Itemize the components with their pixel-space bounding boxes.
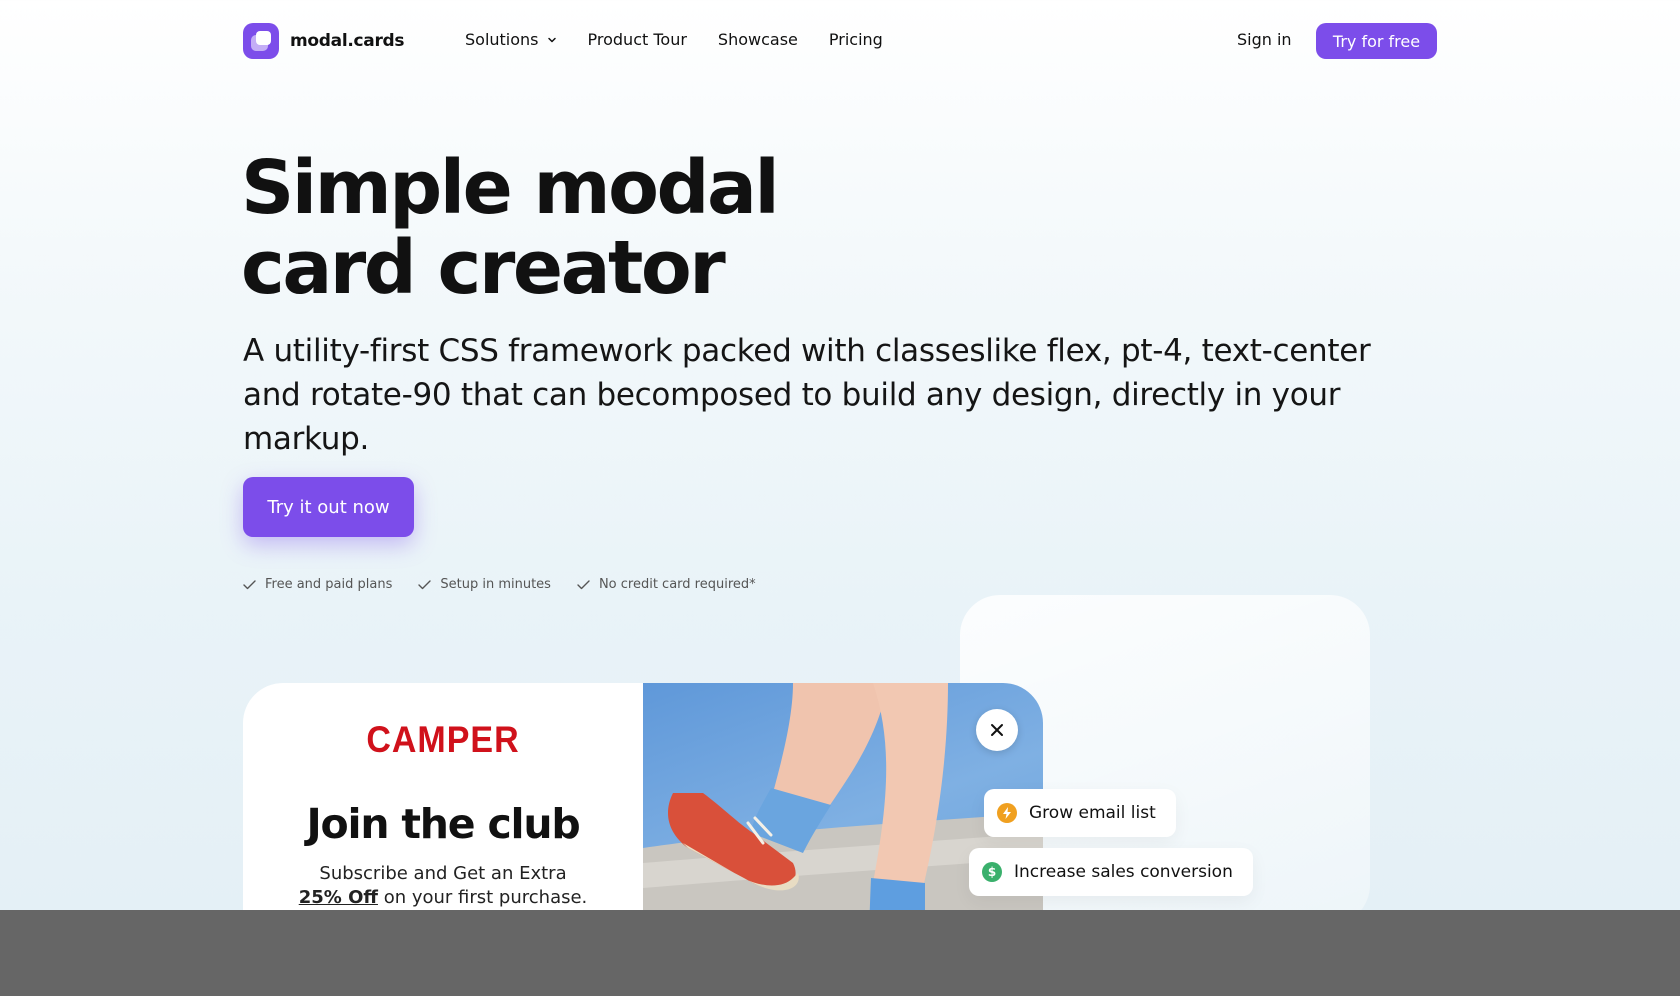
try-it-out-button[interactable]: Try it out now [243, 477, 414, 537]
bottom-overlay-strip [0, 910, 1680, 996]
chip-grow-email: Grow email list [984, 789, 1176, 837]
modal-copy-line-2: 25% Off on your first purchase. [243, 886, 643, 910]
chip-sales-conversion: $ Increase sales conversion [969, 848, 1253, 896]
perk-label: Setup in minutes [440, 577, 551, 592]
hero-subtitle: A utility-first CSS framework packed wit… [243, 333, 1371, 457]
menu-item-label: Solutions [465, 30, 539, 49]
perk-item: No credit card required* [577, 577, 756, 592]
main-menu: Solutions Product Tour Showcase Pricing [465, 30, 883, 49]
perk-item: Free and paid plans [243, 577, 392, 592]
modal-copy-line-1: Subscribe and Get an Extra [319, 863, 567, 884]
check-icon [418, 579, 432, 589]
menu-item-solutions[interactable]: Solutions [465, 30, 557, 49]
landing-page: modal.cards Solutions Product Tour Showc… [0, 0, 1680, 996]
modal-copy-line-2-text: on your first purchase. [383, 887, 588, 908]
modal-title: Join the club [306, 800, 580, 848]
discount-text: 25% Off [298, 887, 378, 908]
logo-mark-icon [243, 23, 279, 59]
menu-item-showcase[interactable]: Showcase [718, 30, 798, 49]
check-icon [577, 579, 590, 589]
perk-item: Setup in minutes [418, 577, 551, 592]
menu-item-product-tour[interactable]: Product Tour [588, 30, 687, 49]
close-icon [991, 724, 1003, 736]
close-button[interactable] [976, 709, 1018, 751]
menu-item-label: Pricing [828, 30, 883, 49]
hero-title-line-1: Simple modal [241, 145, 780, 231]
perk-list: Free and paid plans Setup in minutes No … [243, 577, 756, 592]
hero-title-line-2: card creator [241, 225, 726, 311]
camper-logo: CAMPER [366, 719, 520, 761]
chip-label: Increase sales conversion [1014, 862, 1233, 882]
check-icon [243, 579, 256, 589]
chip-label: Grow email list [1029, 803, 1156, 823]
logo-text: modal.cards [290, 31, 405, 51]
perk-label: Free and paid plans [265, 577, 393, 592]
menu-item-label: Showcase [717, 30, 798, 49]
top-nav: modal.cards Solutions Product Tour Showc… [0, 0, 1680, 82]
dollar-icon: $ [982, 862, 1002, 882]
modal-copy: Subscribe and Get an Extra 25% Off on yo… [243, 862, 643, 910]
menu-item-label: Product Tour [587, 30, 687, 49]
perk-label: No credit card required* [598, 577, 756, 592]
sign-in-link[interactable]: Sign in [1237, 30, 1292, 49]
hero-title: Simple modal card creator [241, 145, 780, 311]
menu-item-pricing[interactable]: Pricing [829, 30, 883, 49]
bolt-icon [997, 803, 1017, 823]
try-for-free-button[interactable]: Try for free [1316, 23, 1437, 59]
chevron-down-icon [547, 37, 556, 42]
logo[interactable]: modal.cards [243, 23, 405, 59]
